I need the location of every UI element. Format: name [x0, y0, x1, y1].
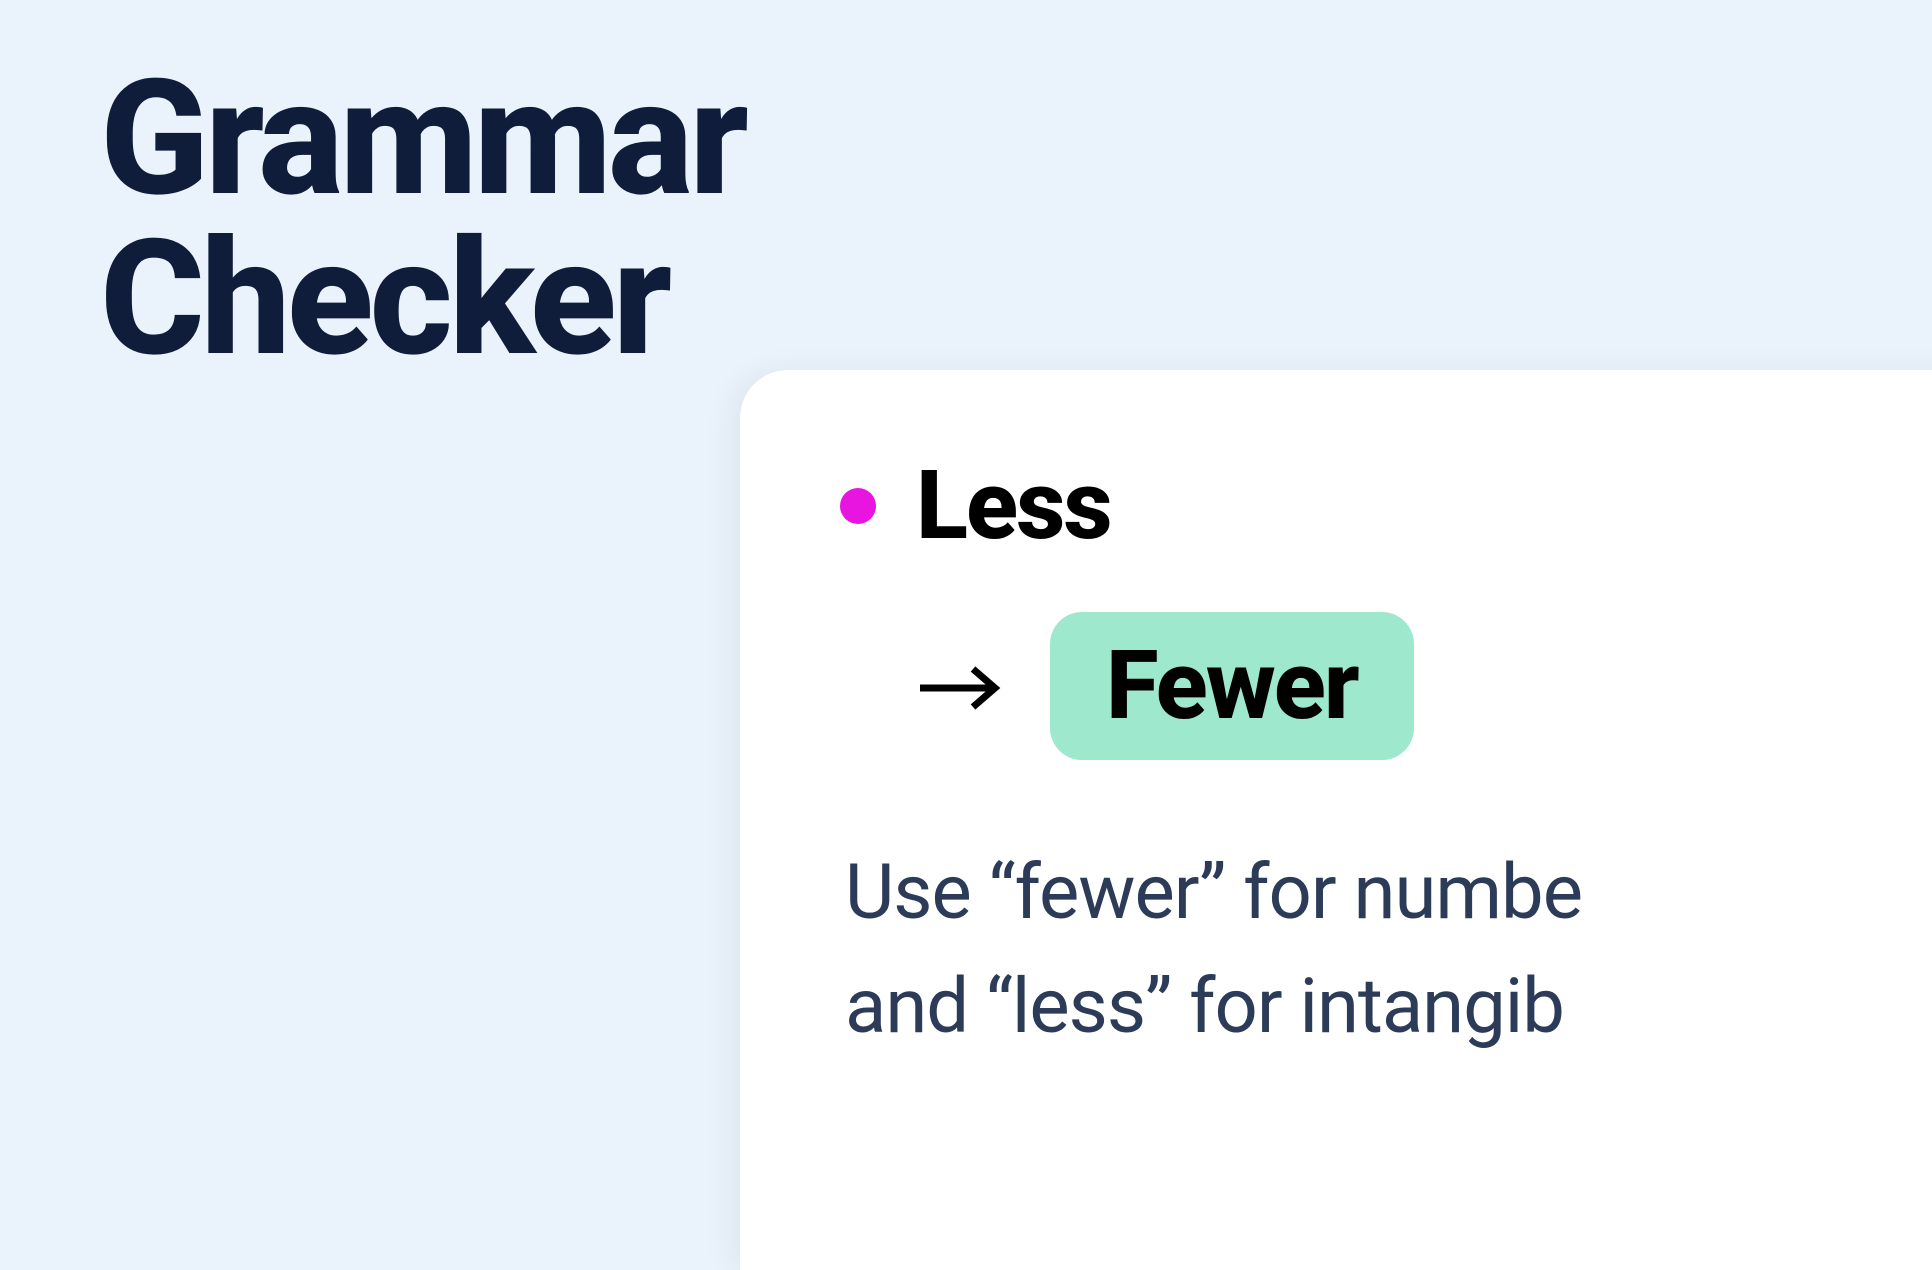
bullet-dot-icon: [840, 488, 876, 524]
suggestion-row: Fewer: [915, 612, 1932, 760]
explanation-text: Use “fewer” for numbe and “less” for int…: [845, 835, 1932, 1063]
correct-word-badge[interactable]: Fewer: [1050, 612, 1414, 760]
title-line-1: Grammar: [100, 46, 745, 233]
explanation-line-1: Use “fewer” for numbe: [845, 847, 1582, 937]
explanation-line-2: and “less” for intangib: [845, 961, 1564, 1051]
suggestion-card[interactable]: Less Fewer Use “fewer” for numbe and “le…: [740, 370, 1932, 1270]
incorrect-word: Less: [916, 450, 1111, 562]
correct-word: Fewer: [1106, 630, 1358, 742]
title-line-2: Checker: [100, 206, 668, 393]
arrow-right-icon: [915, 646, 1005, 726]
suggestion-header: Less: [840, 450, 1932, 562]
page-title: Grammar Checker: [100, 60, 745, 380]
